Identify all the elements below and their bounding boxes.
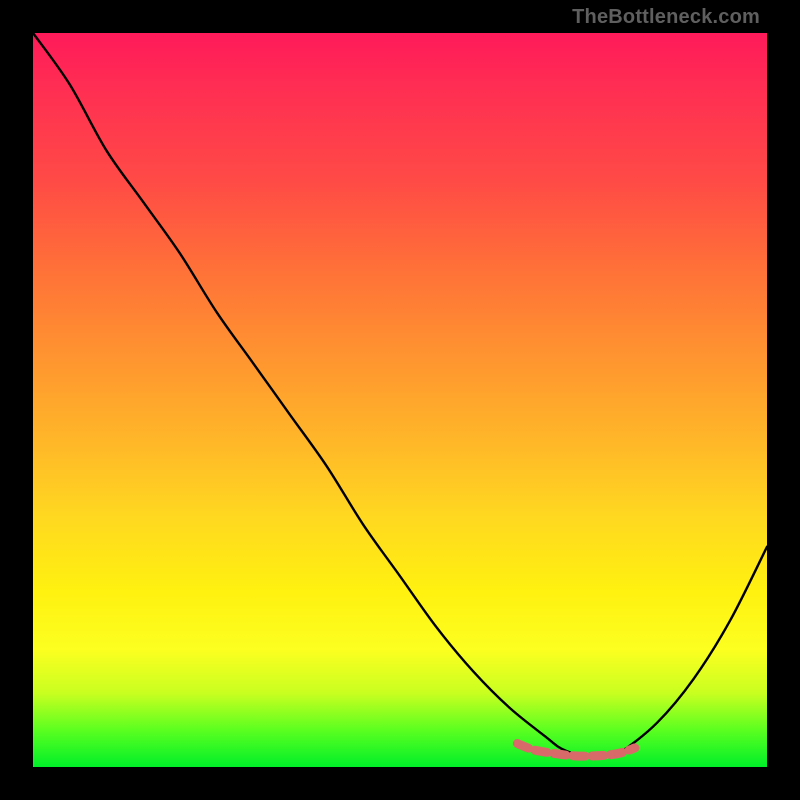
chart-frame: TheBottleneck.com [0, 0, 800, 800]
chart-svg [33, 33, 767, 767]
bottleneck-curve [33, 33, 767, 757]
watermark-text: TheBottleneck.com [572, 6, 760, 29]
low-bottleneck-band [517, 744, 634, 757]
plot-area [33, 33, 767, 767]
